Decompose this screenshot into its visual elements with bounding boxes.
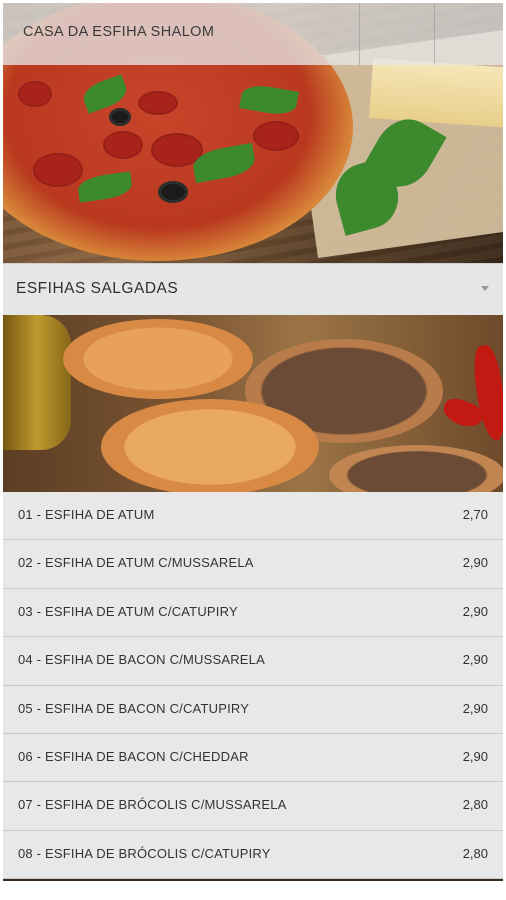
menu-item[interactable]: 01 - ESFIHA DE ATUM 2,70 [3, 492, 503, 541]
menu-item[interactable]: 03 - ESFIHA DE ATUM C/CATUPIRY 2,90 [3, 588, 503, 638]
menu-item[interactable]: 04 - ESFIHA DE BACON C/MUSSARELA 2,90 [3, 637, 503, 686]
item-name: 06 - ESFIHA DE BACON C/CHEDDAR [18, 748, 249, 764]
item-name: 07 - ESFIHA DE BRÓCOLIS C/MUSSARELA [18, 797, 287, 813]
item-name: 08 - ESFIHA DE BRÓCOLIS C/CATUPIRY [18, 845, 271, 861]
pepperoni [253, 121, 299, 151]
menu-item[interactable]: 06 - ESFIHA DE BACON C/CHEDDAR 2,90 [3, 733, 503, 783]
category-header[interactable]: ESFIHAS SALGADAS [3, 263, 503, 315]
item-price: 2,90 [462, 652, 488, 668]
app-header: CASA DA ESFIHA SHALOM [3, 3, 503, 65]
chili-pepper [470, 343, 503, 443]
esfiha [63, 319, 253, 399]
category-title: ESFIHAS SALGADAS [16, 280, 179, 297]
item-name: 05 - ESFIHA DE BACON C/CATUPIRY [18, 700, 250, 716]
menu-item[interactable]: 02 - ESFIHA DE ATUM C/MUSSARELA 2,90 [3, 540, 503, 589]
item-name: 03 - ESFIHA DE ATUM C/CATUPIRY [18, 603, 238, 619]
category-image [3, 315, 503, 492]
pepperoni [18, 81, 52, 107]
item-price: 2,80 [462, 845, 488, 861]
pepperoni [138, 91, 178, 115]
item-price: 2,90 [462, 700, 488, 716]
item-price: 2,80 [462, 797, 488, 813]
header-action-slot[interactable] [434, 3, 503, 65]
esfiha [329, 445, 503, 492]
header-action-slot[interactable] [359, 3, 434, 65]
menu-item[interactable]: 05 - ESFIHA DE BACON C/CATUPIRY 2,90 [3, 685, 503, 734]
item-price: 2,90 [462, 603, 488, 619]
item-name: 01 - ESFIHA DE ATUM [18, 507, 155, 522]
item-name: 02 - ESFIHA DE ATUM C/MUSSARELA [18, 555, 254, 571]
pepperoni [103, 131, 143, 159]
olive [109, 108, 131, 126]
item-price: 2,90 [462, 555, 488, 571]
menu-list: 01 - ESFIHA DE ATUM 2,70 02 - ESFIHA DE … [3, 492, 503, 880]
chevron-down-icon[interactable] [481, 286, 489, 291]
app-title: CASA DA ESFIHA SHALOM [23, 24, 215, 40]
olive-oil-bottle [3, 315, 71, 450]
hero-pizza-image: CASA DA ESFIHA SHALOM [3, 3, 503, 263]
item-price: 2,90 [462, 748, 488, 764]
olive [158, 181, 188, 203]
pepperoni [33, 153, 83, 187]
app-frame: CASA DA ESFIHA SHALOM ESFIHAS SALGADAS 0… [3, 3, 503, 881]
cheese-block [369, 58, 503, 128]
item-price: 2,70 [462, 507, 488, 522]
esfiha [101, 399, 319, 492]
menu-item[interactable]: 07 - ESFIHA DE BRÓCOLIS C/MUSSARELA 2,80 [3, 782, 503, 831]
menu-item[interactable]: 08 - ESFIHA DE BRÓCOLIS C/CATUPIRY 2,80 [3, 830, 503, 880]
item-name: 04 - ESFIHA DE BACON C/MUSSARELA [18, 652, 265, 668]
